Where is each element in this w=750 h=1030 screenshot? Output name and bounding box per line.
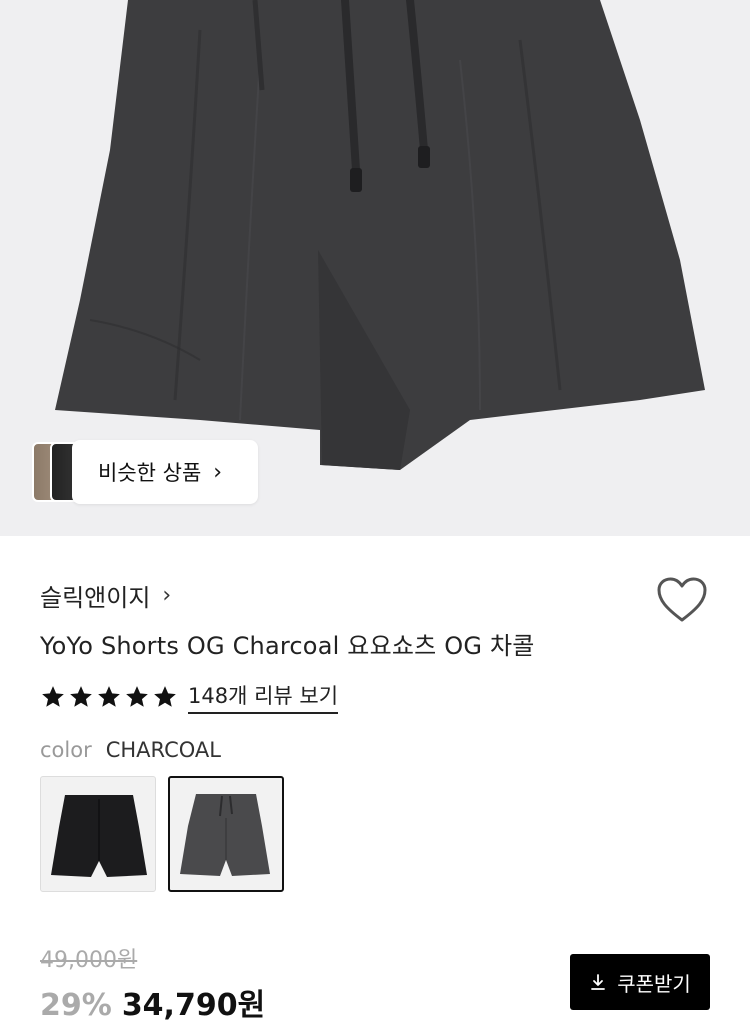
coupon-label: 쿠폰받기 — [617, 971, 691, 996]
color-swatch-black[interactable] — [40, 776, 156, 892]
heart-icon[interactable] — [656, 576, 708, 624]
sale-price: 34,790원 — [121, 988, 266, 1023]
star-icon — [154, 686, 176, 707]
star-icon — [98, 686, 120, 707]
charcoal-shorts-thumbnail — [180, 794, 270, 876]
color-label: color — [40, 738, 92, 762]
product-title: YoYo Shorts OG Charcoal 요요쇼츠 OG 차콜 — [40, 632, 535, 660]
similar-products-button[interactable]: 비슷한 상품 › — [72, 440, 258, 504]
discount-rate: 29% — [40, 988, 112, 1023]
chevron-right-icon: › — [213, 459, 223, 485]
color-row: color CHARCOAL — [40, 738, 221, 762]
brand-name: 슬릭앤이지 — [40, 584, 151, 612]
star-icon — [126, 686, 148, 707]
coupon-button[interactable]: 쿠폰받기 — [570, 954, 710, 1010]
similar-products-label: 비슷한 상품 — [98, 461, 202, 485]
black-shorts-thumbnail — [51, 795, 147, 877]
color-swatch-charcoal[interactable] — [168, 776, 284, 892]
rating-row: 148개 리뷰 보기 — [40, 680, 339, 714]
download-icon — [591, 974, 606, 990]
original-price: 49,000원 — [40, 948, 138, 973]
brand-link[interactable]: 슬릭앤이지 › — [40, 578, 171, 613]
price-row: 29% 34,790원 — [40, 980, 265, 1024]
star-icon — [70, 686, 92, 707]
star-icon — [42, 686, 64, 707]
review-link[interactable]: 148개 리뷰 보기 — [188, 680, 339, 714]
chevron-right-icon: › — [162, 583, 172, 608]
rating-stars — [40, 684, 178, 710]
color-value: CHARCOAL — [105, 738, 221, 762]
product-hero-image[interactable]: 비슷한 상품 › — [0, 0, 750, 536]
